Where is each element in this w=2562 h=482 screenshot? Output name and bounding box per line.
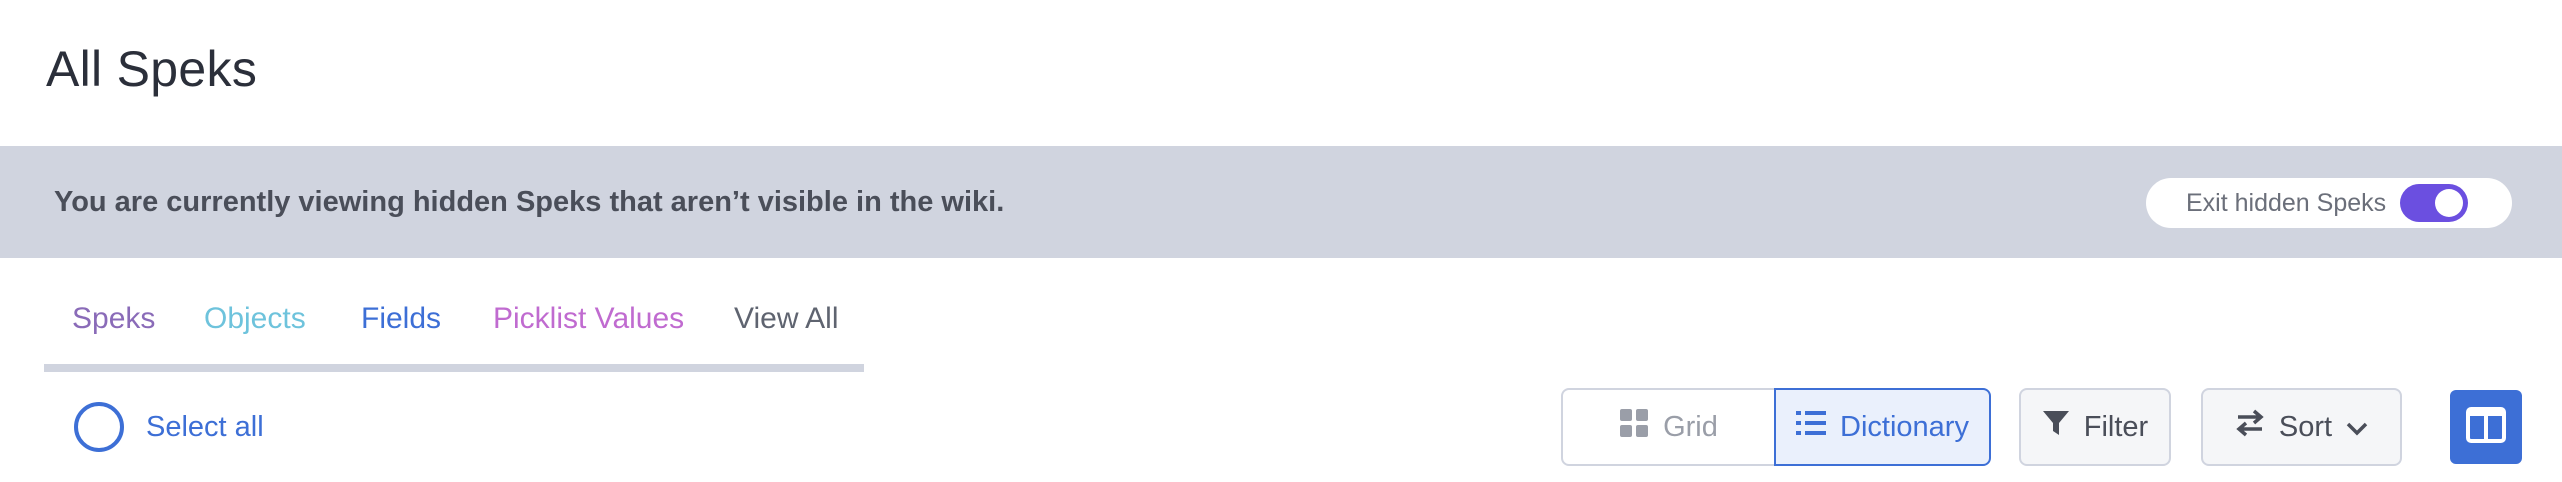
list-icon [1796, 409, 1827, 445]
dictionary-view-button[interactable]: Dictionary [1774, 388, 1991, 466]
select-all-label: Select all [146, 410, 264, 443]
sort-button[interactable]: Sort [2201, 388, 2402, 466]
filter-label: Filter [2083, 410, 2149, 443]
filter-button[interactable]: Filter [2019, 388, 2171, 466]
toggle-knob [2435, 189, 2463, 217]
chevron-down-icon [2346, 411, 2368, 444]
select-all-control[interactable]: Select all [74, 398, 264, 456]
exit-hidden-speks-control[interactable]: Exit hidden Speks [2146, 178, 2512, 228]
split-layout-button[interactable] [2450, 390, 2522, 464]
exit-hidden-speks-label: Exit hidden Speks [2186, 189, 2387, 217]
dictionary-view-label: Dictionary [1840, 410, 1969, 443]
exit-hidden-speks-toggle[interactable] [2400, 184, 2468, 222]
tab-speks[interactable]: Speks [72, 302, 155, 336]
grid-icon [1619, 408, 1649, 446]
grid-view-button[interactable]: Grid [1561, 388, 1776, 466]
grid-view-label: Grid [1663, 410, 1718, 443]
swap-arrows-icon [2235, 409, 2265, 445]
split-columns-icon [2466, 406, 2506, 448]
view-mode-toggle: Grid Dictionary [1561, 388, 1991, 466]
funnel-icon [2042, 409, 2070, 445]
tab-view-all[interactable]: View All [734, 302, 839, 336]
select-all-checkbox[interactable] [74, 402, 124, 452]
category-tabs: Speks Objects Fields Picklist Values Vie… [44, 296, 864, 372]
tab-objects[interactable]: Objects [204, 302, 306, 336]
sort-label: Sort [2278, 410, 2333, 443]
banner-message: You are currently viewing hidden Speks t… [54, 186, 1005, 218]
page-title: All Speks [46, 41, 258, 97]
tab-picklist-values[interactable]: Picklist Values [493, 302, 684, 336]
tab-fields[interactable]: Fields [361, 302, 441, 336]
hidden-speks-banner: You are currently viewing hidden Speks t… [0, 146, 2562, 258]
